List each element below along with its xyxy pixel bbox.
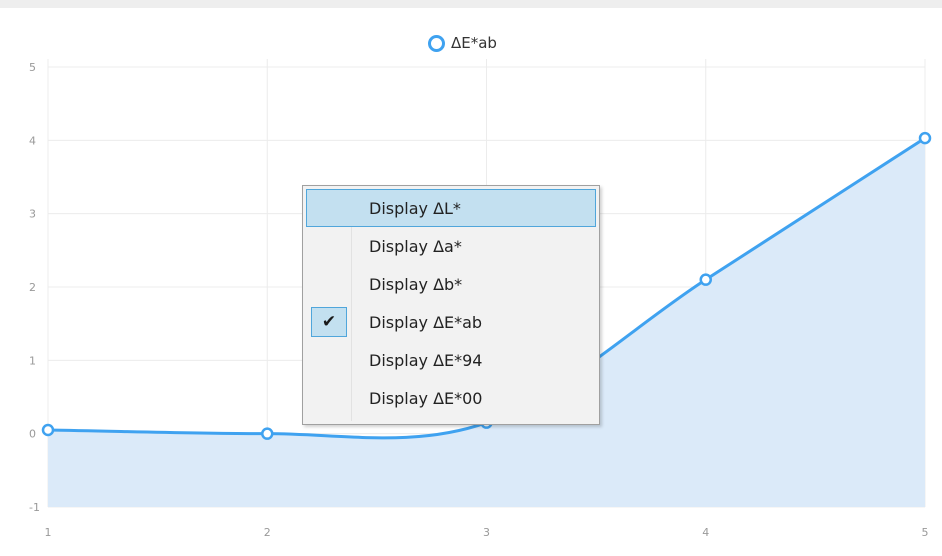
y-tick-label: 3: [29, 208, 36, 221]
menu-item-label: Display ΔE*00: [369, 388, 483, 408]
legend-label: ΔE*ab: [451, 34, 497, 52]
checkmark-icon: ✔: [311, 307, 347, 337]
menu-item-label: Display ΔE*ab: [369, 312, 483, 332]
menu-item-label: Display Δb*: [369, 274, 463, 294]
data-point: [918, 131, 932, 145]
y-tick-label: 1: [29, 354, 36, 367]
menu-item-display-delta-l[interactable]: Display ΔL*: [306, 189, 596, 227]
x-tick-label: 5: [922, 526, 929, 539]
x-tick-label: 2: [264, 526, 271, 539]
y-tick-label: 5: [29, 61, 36, 74]
menu-item-display-delta-b[interactable]: Display Δb*: [306, 265, 596, 303]
y-tick-label: 0: [29, 428, 36, 441]
menu-item-display-delta-e-00[interactable]: Display ΔE*00: [306, 379, 596, 417]
x-tick-label: 3: [483, 526, 490, 539]
display-context-menu: Display ΔL* Display Δa* Display Δb* ✔ Di…: [302, 185, 600, 425]
x-tick-label: 4: [702, 526, 709, 539]
menu-item-label: Display ΔE*94: [369, 350, 483, 370]
legend-circle-icon: [428, 34, 445, 52]
chart-legend[interactable]: ΔE*ab: [428, 31, 497, 55]
menu-item-display-delta-e-94[interactable]: Display ΔE*94: [306, 341, 596, 379]
data-point: [699, 273, 712, 286]
x-tick-label: 1: [45, 526, 52, 539]
y-tick-label: 2: [29, 281, 36, 294]
data-point: [261, 427, 274, 440]
menu-item-label: Display Δa*: [369, 236, 462, 256]
menu-item-label: Display ΔL*: [369, 198, 461, 218]
menu-item-display-delta-e-ab[interactable]: ✔ Display ΔE*ab: [306, 303, 596, 341]
y-tick-label: -1: [29, 501, 40, 514]
menu-item-display-delta-a[interactable]: Display Δa*: [306, 227, 596, 265]
y-tick-label: 4: [29, 134, 36, 147]
data-point: [41, 423, 55, 437]
